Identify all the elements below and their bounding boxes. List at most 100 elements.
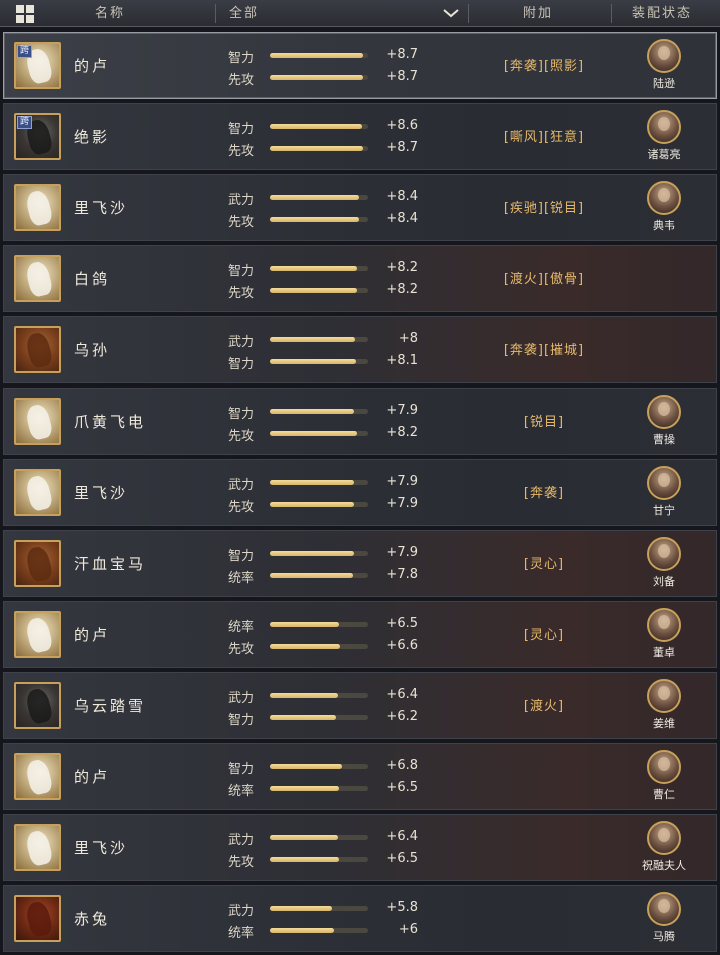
stat-value: +6.4: [386, 829, 418, 845]
horse-portrait: [14, 753, 61, 800]
mount-row[interactable]: 乌云踏雪 武力 +6.4 智力 +6.2 [渡火] 姜维: [3, 671, 717, 739]
mount-row[interactable]: 跨绝影 智力 +8.6 先攻 +8.7 [嘶风][狂意] 诸葛亮: [3, 103, 717, 171]
horse-name: 里飞沙: [74, 483, 129, 502]
horse-portrait: [14, 610, 61, 658]
extra-traits: [奔袭][照影]: [503, 59, 585, 74]
stat-bar-fill: [270, 550, 355, 556]
stat-label: 智力: [228, 406, 255, 422]
horse-icon: [24, 331, 54, 370]
stat-value: +8.6: [386, 118, 418, 134]
stat-label: 先攻: [228, 641, 255, 657]
mount-row[interactable]: 里飞沙 武力 +6.4 先攻 +6.5 祝融夫人: [3, 814, 717, 882]
mount-row[interactable]: 爪黄飞电 智力 +7.9 先攻 +8.2 [锐目] 曹操: [3, 387, 717, 455]
horse-name: 里飞沙: [74, 839, 129, 858]
general-avatar: [647, 607, 681, 642]
stat-2: 统率 +6.5: [228, 778, 428, 799]
equipped-general[interactable]: 董卓: [634, 607, 694, 660]
mount-row[interactable]: 的卢 统率 +6.5 先攻 +6.6 [灵心] 董卓: [3, 600, 717, 668]
mount-row[interactable]: 乌孙 武力 +8 智力 +8.1 [奔袭][摧城]: [3, 316, 717, 384]
stat-label: 武力: [228, 477, 255, 493]
stat-label: 先攻: [228, 215, 255, 231]
stat-1: 武力 +8: [228, 329, 428, 350]
horse-icon: [24, 828, 54, 868]
stat-bar: [270, 928, 368, 934]
stat-label: 智力: [228, 762, 255, 777]
horse-portrait: [14, 397, 61, 445]
equipped-general[interactable]: 曹操: [634, 394, 694, 447]
equipped-general[interactable]: 祝融夫人: [634, 821, 694, 873]
horse-name: 白鸽: [74, 270, 111, 289]
stat-label: 智力: [228, 548, 255, 564]
stat-bar-fill: [270, 266, 358, 272]
equipped-general[interactable]: 陆逊: [634, 39, 694, 91]
stat-value: +8.7: [386, 140, 418, 156]
stat-bar: [270, 266, 368, 272]
column-header-name[interactable]: 名称: [95, 0, 125, 27]
stat-bar: [270, 146, 368, 152]
stat-label: 武力: [228, 833, 255, 849]
equipped-general[interactable]: 姜维: [634, 678, 694, 731]
stat-value: +8.7: [386, 47, 418, 62]
stat-label: 先攻: [228, 499, 255, 515]
stat-label: 先攻: [228, 144, 255, 160]
stat-label: 智力: [228, 122, 255, 138]
equipped-general[interactable]: 诸葛亮: [634, 110, 694, 162]
mount-row[interactable]: 白鸽 智力 +8.2 先攻 +8.2 [渡火][傲骨]: [3, 245, 717, 313]
stat-bar: [270, 337, 368, 343]
stat-1: 武力 +5.8: [228, 898, 428, 919]
horse-portrait: [14, 824, 61, 872]
horse-name: 的卢: [74, 57, 111, 75]
mount-row[interactable]: 赤兔 武力 +5.8 统率 +6 马腾: [3, 885, 717, 953]
stat-label: 智力: [228, 51, 255, 66]
chevron-down-icon[interactable]: [442, 7, 460, 19]
stat-bar: [270, 714, 368, 720]
stat-bar-fill: [270, 621, 340, 627]
stat-bar-fill: [270, 714, 337, 720]
stat-1: 武力 +8.4: [228, 187, 428, 208]
stat-2: 先攻 +8.4: [228, 209, 428, 231]
mount-row[interactable]: 里飞沙 武力 +7.9 先攻 +7.9 [奔袭] 甘宁: [3, 458, 717, 526]
stat-bar: [270, 75, 368, 80]
general-avatar: [647, 110, 681, 145]
stat-label: 武力: [228, 690, 255, 706]
stat-value: +8.2: [386, 282, 418, 298]
stat-bar-fill: [270, 430, 358, 436]
equipped-general[interactable]: 马腾: [634, 892, 694, 944]
general-name: 姜维: [653, 716, 675, 730]
stat-label: 统率: [228, 926, 255, 942]
stat-bar-fill: [270, 217, 360, 223]
equipped-general[interactable]: 甘宁: [634, 465, 694, 518]
horse-name: 里飞沙: [74, 199, 129, 218]
stat-bar: [270, 408, 368, 414]
list-header: 名称 全部 附加 装配状态: [0, 0, 720, 27]
mount-row[interactable]: 里飞沙 武力 +8.4 先攻 +8.4 [疾驰][锐目] 典韦: [3, 174, 717, 242]
stat-bar: [270, 764, 368, 769]
extra-traits: [奔袭][摧城]: [503, 343, 585, 359]
cross-server-badge: 跨: [17, 116, 33, 130]
stat-value: +6.2: [386, 708, 418, 724]
horse-icon: [24, 615, 54, 654]
filter-dropdown-label[interactable]: 全部: [229, 0, 259, 27]
layout-grid-icon[interactable]: [16, 5, 34, 23]
column-header-equip[interactable]: 装配状态: [632, 0, 692, 27]
stat-bar: [270, 692, 368, 698]
equipped-general[interactable]: 曹仁: [634, 750, 694, 802]
stat-bar-fill: [270, 786, 340, 791]
stat-bar-fill: [270, 857, 340, 863]
stat-label: 智力: [228, 264, 255, 280]
stat-bar: [270, 195, 368, 201]
general-avatar: [647, 465, 681, 500]
column-header-extra[interactable]: 附加: [523, 0, 553, 27]
stat-bar-fill: [270, 53, 363, 58]
stat-value: +6.5: [386, 780, 418, 795]
equipped-general[interactable]: 刘备: [634, 536, 694, 589]
horse-icon: [24, 189, 54, 228]
general-avatar: [647, 181, 681, 216]
stat-bar-fill: [270, 408, 355, 414]
general-name: 诸葛亮: [647, 148, 681, 162]
mount-row[interactable]: 跨的卢 智力 +8.7 先攻 +8.7 [奔袭][照影] 陆逊: [3, 32, 717, 99]
equipped-general[interactable]: 典韦: [634, 181, 694, 233]
mount-row[interactable]: 的卢 智力 +6.8 统率 +6.5 曹仁: [3, 743, 717, 810]
mount-row[interactable]: 汗血宝马 智力 +7.9 统率 +7.8 [灵心] 刘备: [3, 529, 717, 597]
stat-bar: [270, 572, 368, 578]
